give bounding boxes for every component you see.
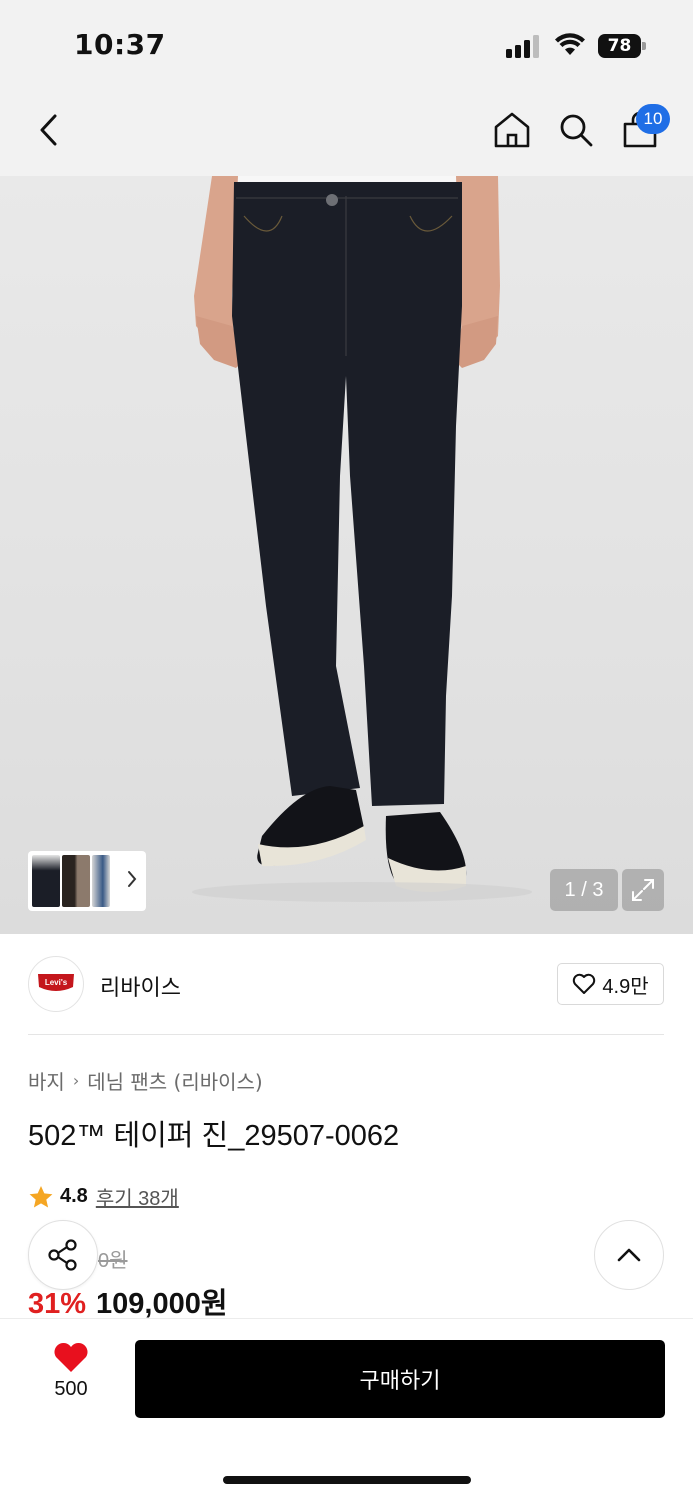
sale-price: 109,000원 <box>96 1288 228 1320</box>
price-row: 31% 109,000원 <box>28 1280 228 1322</box>
breadcrumb: 바지 › 데님 팬츠 (리바이스) <box>28 1066 263 1095</box>
divider <box>28 1034 664 1035</box>
review-link[interactable]: 후기 38개 <box>96 1182 179 1211</box>
breadcrumb-item[interactable]: 데님 팬츠 (리바이스) <box>87 1066 263 1095</box>
home-icon <box>494 112 530 148</box>
share-icon <box>48 1239 77 1271</box>
image-counter: 1 / 3 <box>550 869 618 911</box>
app-header <box>0 88 693 176</box>
original-price: 0원 <box>98 1250 128 1272</box>
status-bar: 10:37 78 <box>0 0 693 88</box>
home-indicator <box>223 1476 471 1484</box>
scroll-top-button[interactable] <box>594 1220 664 1290</box>
wishlist-count: 500 <box>54 1378 88 1400</box>
star-icon <box>29 1185 53 1207</box>
expand-button[interactable] <box>622 869 664 911</box>
brand-like-button[interactable]: 4.9만 <box>557 963 664 1005</box>
rating-row: 4.8 후기 38개 <box>28 1182 179 1211</box>
product-title: 502™ 테이퍼 진_29507-0062 <box>28 1120 400 1152</box>
levis-logo: Levi's <box>38 974 74 991</box>
thumbnail[interactable] <box>92 855 110 907</box>
chevron-right-icon <box>128 871 137 887</box>
status-time: 10:37 <box>74 28 166 61</box>
expand-icon <box>632 879 654 901</box>
brand-name[interactable]: 리바이스 <box>100 970 181 1002</box>
signal-icon <box>506 34 542 58</box>
breadcrumb-item[interactable]: 바지 <box>28 1066 65 1095</box>
back-icon <box>40 114 57 146</box>
rating-value: 4.8 <box>60 1185 88 1207</box>
buy-button[interactable]: 구매하기 <box>135 1340 665 1418</box>
product-image[interactable] <box>0 176 693 934</box>
svg-text:Levi's: Levi's <box>45 978 68 987</box>
search-button[interactable] <box>550 104 602 156</box>
cart-count-badge: 10 <box>636 104 670 134</box>
discount-rate: 31% <box>28 1288 87 1320</box>
home-button[interactable] <box>486 104 538 156</box>
thumbnail-strip[interactable] <box>28 851 146 911</box>
chevron-up-icon <box>617 1248 641 1262</box>
battery-level: 78 <box>598 34 641 58</box>
wishlist-button[interactable]: 500 <box>30 1342 112 1412</box>
thumbnail[interactable] <box>62 855 90 907</box>
search-icon <box>560 114 593 147</box>
heart-outline-icon <box>573 973 596 994</box>
back-button[interactable] <box>24 104 76 156</box>
brand-logo[interactable]: Levi's <box>28 956 84 1012</box>
chevron-right-icon: › <box>72 1071 80 1090</box>
heart-filled-icon <box>54 1342 88 1372</box>
thumbnail[interactable] <box>32 855 60 907</box>
brand-like-count: 4.9만 <box>602 975 649 998</box>
battery-icon: 78 <box>598 34 646 58</box>
wifi-icon <box>554 33 586 57</box>
product-photo <box>192 176 532 902</box>
